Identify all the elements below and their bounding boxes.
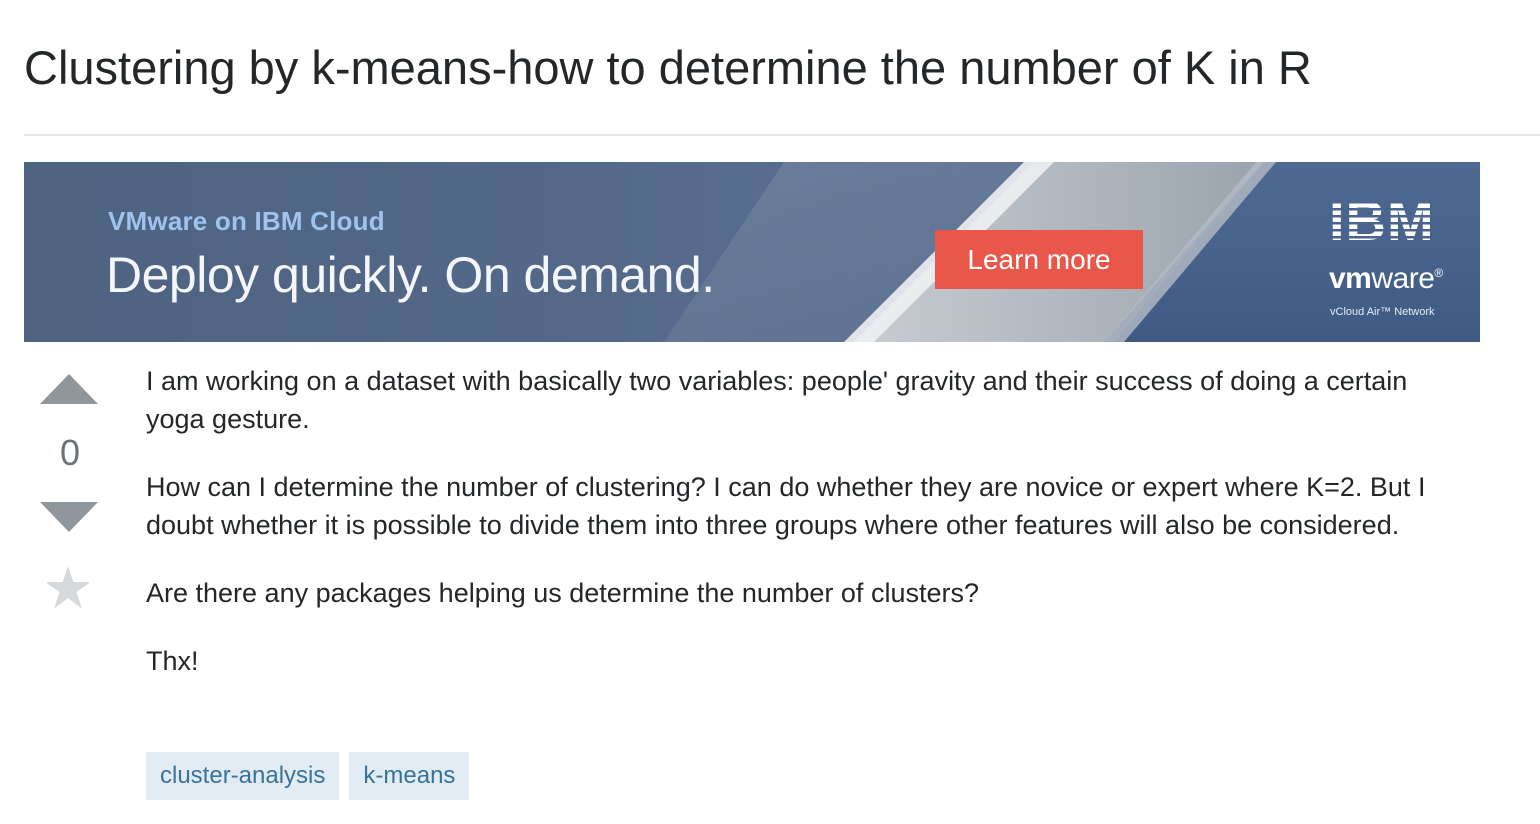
post-body: I am working on a dataset with basically…	[146, 362, 1466, 710]
vmware-logo-tm: ®	[1434, 266, 1443, 280]
arrow-down-icon[interactable]	[40, 502, 98, 532]
tag-cluster-analysis[interactable]: cluster-analysis	[146, 752, 340, 800]
vmware-logo-rest: ware	[1371, 262, 1435, 295]
post-paragraph: Thx!	[146, 646, 199, 676]
tag-k-means[interactable]: k-means	[349, 752, 470, 800]
vote-cell: 0 ★	[38, 372, 102, 622]
post-tags: cluster-analysis k-means	[146, 752, 470, 800]
learn-more-button[interactable]: Learn more	[935, 230, 1143, 289]
vmware-logo: vmware®	[1329, 262, 1443, 296]
vmware-logo-bold: vm	[1329, 262, 1372, 295]
question-page: Clustering by k-means-how to determine t…	[0, 0, 1540, 824]
arrow-up-icon[interactable]	[40, 374, 98, 404]
post-paragraph: I am working on a dataset with basically…	[146, 366, 1408, 434]
ad-banner[interactable]: VMware on IBM Cloud Deploy quickly. On d…	[24, 162, 1480, 342]
post-paragraph: How can I determine the number of cluste…	[146, 472, 1426, 540]
star-icon[interactable]: ★	[42, 560, 94, 618]
question-title[interactable]: Clustering by k-means-how to determine t…	[24, 38, 1312, 98]
vote-count: 0	[59, 432, 81, 473]
ad-logos: IBM vmware® vCloud Air™ Network	[1314, 190, 1464, 330]
ad-headline: Deploy quickly. On demand.	[106, 247, 715, 303]
title-divider	[24, 134, 1540, 136]
post-paragraph: Are there any packages helping us determ…	[146, 578, 979, 608]
ibm-logo: IBM	[1329, 196, 1435, 242]
vmware-sub-label: vCloud Air™ Network	[1330, 306, 1435, 318]
ibm-logo-text: IBM	[1329, 196, 1435, 242]
ad-eyebrow: VMware on IBM Cloud	[108, 206, 385, 236]
